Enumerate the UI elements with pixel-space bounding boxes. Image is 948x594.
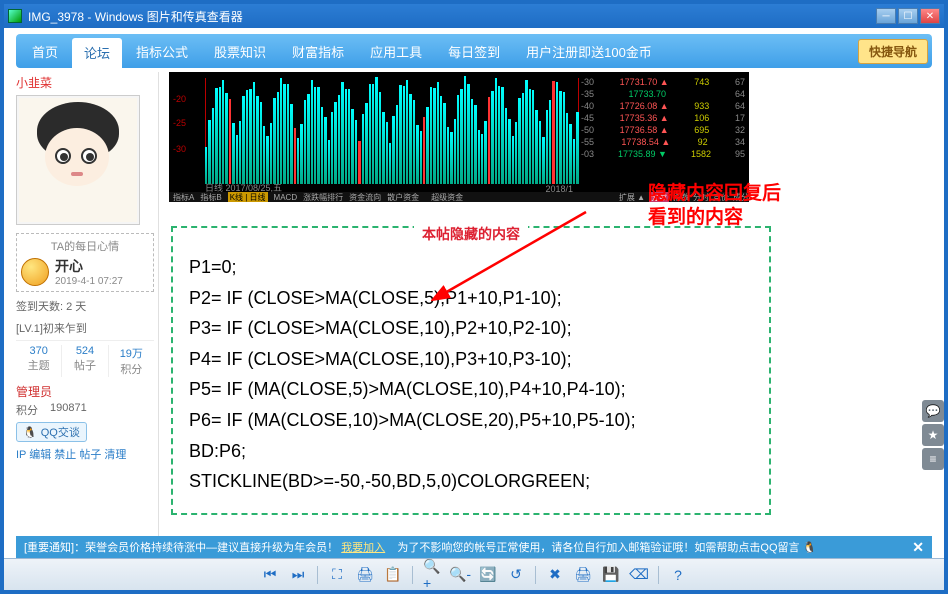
close-button[interactable]: ✕ [920,8,940,24]
toolbar-button[interactable]: 🔍+ [423,566,441,584]
nav-tab[interactable]: 财富指标 [280,37,356,66]
toolbar-button[interactable]: ⛶ [328,566,346,584]
nav-tab[interactable]: 指标公式 [124,37,200,66]
points-value: 190871 [50,402,87,418]
user-nickname[interactable]: 小韭菜 [16,74,154,91]
nav-tab[interactable]: 用户注册即送100金币 [514,37,664,66]
nav-tab[interactable]: 论坛 [72,38,122,68]
nav-tab[interactable]: 股票知识 [202,37,278,66]
mood-box: TA的每日心情 开心 2019-4-1 07:27 [16,233,154,292]
mood-face-icon [21,258,49,286]
stat-cell[interactable]: 370主题 [16,345,62,377]
notice-bar: [重要通知]：荣誉会员价格持续待涨中—建议直接升级为年会员！ 我要加入 为了不影… [16,536,932,558]
stat-cell[interactable]: 524帖子 [62,345,108,377]
toolbar-button[interactable]: ⏭ [289,566,307,584]
window-title: IMG_3978 - Windows 图片和传真查看器 [28,8,243,25]
signin-days: 签到天数: 2 天 [16,298,154,314]
app-icon [8,9,22,23]
hidden-content-box: 隐藏内容回复后看到的内容 本帖隐藏的内容 P1=0;P2= IF (CLOSE>… [171,226,771,515]
float-star-icon[interactable]: ★ [922,424,944,446]
float-list-icon[interactable]: ≡ [922,448,944,470]
join-link[interactable]: 我要加入 [341,542,385,554]
ip-actions[interactable]: IP 编辑 禁止 帖子 清理 [16,446,154,462]
maximize-button[interactable]: ☐ [898,8,918,24]
toolbar-button[interactable]: ⏮ [261,566,279,584]
nav-bar: 首页论坛指标公式股票知识财富指标应用工具每日签到用户注册即送100金币 快捷导航 [16,34,932,68]
user-level: [LV.1]初来乍到 [16,320,154,336]
viewer-toolbar: ⏮ ⏭ ⛶ 🖨 📋 🔍+ 🔍- 🔄 ↺ ✖ 🖨 💾 ⌫? [4,558,944,590]
points-label: 积分 [16,402,38,418]
user-sidebar: 小韭菜 TA的每日心情 开心 2019-4-1 07:27 [16,72,158,548]
avatar[interactable] [16,95,140,225]
nav-tab[interactable]: 首页 [20,37,70,66]
stat-cell[interactable]: 19万积分 [109,345,154,377]
mood-name: 开心 [55,256,123,276]
toolbar-button[interactable]: 💾 [602,566,620,584]
toolbar-button[interactable]: 🖨 [574,566,592,584]
toolbar-button[interactable]: 🔄 [479,566,497,584]
toolbar-button[interactable]: 🖨 [356,566,374,584]
toolbar-button[interactable]: ⌫ [630,566,648,584]
mood-box-label: TA的每日心情 [21,238,149,254]
quicknav-button[interactable]: 快捷导航 [858,39,928,64]
nav-tab[interactable]: 每日签到 [436,37,512,66]
user-role: 管理员 [16,383,154,400]
toolbar-button[interactable]: 🔍- [451,566,469,584]
qq-chat-button[interactable]: QQ交谈 [16,422,87,442]
float-comment-icon[interactable]: 💬 [922,400,944,422]
toolbar-button[interactable]: ↺ [507,566,525,584]
hidden-content-label: 本帖隐藏的内容 [414,224,528,244]
formula-code: P1=0;P2= IF (CLOSE>MA(CLOSE,5),P1+10,P1-… [189,252,753,497]
window-titlebar: IMG_3978 - Windows 图片和传真查看器 ─ ☐ ✕ [4,4,944,28]
toolbar-button[interactable]: ✖ [546,566,564,584]
notice-close-button[interactable]: ✕ [912,539,924,556]
nav-tab[interactable]: 应用工具 [358,37,434,66]
minimize-button[interactable]: ─ [876,8,896,24]
toolbar-button[interactable]: ? [669,566,687,584]
annotation-text: 隐藏内容回复后看到的内容 [648,182,781,230]
toolbar-button[interactable]: 📋 [384,566,402,584]
